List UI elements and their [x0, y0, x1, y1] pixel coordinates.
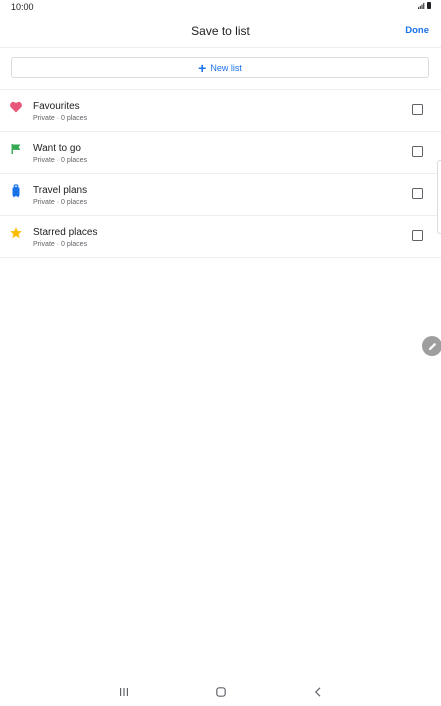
list-item-favourites[interactable]: Favourites Private · 0 places: [0, 90, 441, 132]
header: Save to list Done: [0, 14, 441, 48]
starred-places-checkbox[interactable]: [412, 230, 423, 241]
list-item-want-to-go[interactable]: Want to go Private · 0 places: [0, 132, 441, 174]
status-icons: [418, 2, 431, 9]
heart-icon: [10, 101, 22, 113]
list-item-name: Favourites: [33, 101, 80, 112]
plus-icon: +: [198, 59, 207, 76]
travel-plans-checkbox[interactable]: [412, 188, 423, 199]
list-item-subtitle: Private · 0 places: [33, 241, 88, 248]
edge-panel-handle[interactable]: [437, 160, 441, 234]
signal-icon: [418, 2, 425, 9]
back-icon[interactable]: [312, 686, 324, 698]
list-item-travel-plans[interactable]: Travel plans Private · 0 places: [0, 174, 441, 216]
page-title: Save to list: [191, 24, 250, 38]
pencil-icon: [428, 342, 436, 350]
flag-icon: [11, 144, 21, 154]
navigation-bar: [0, 680, 441, 706]
list-item-name: Travel plans: [33, 185, 88, 196]
status-time: 10:00: [11, 2, 34, 12]
suitcase-icon: [12, 184, 20, 198]
star-icon: [10, 227, 22, 239]
new-list-button[interactable]: + New list: [11, 57, 429, 78]
want-to-go-checkbox[interactable]: [412, 146, 423, 157]
new-list-label: New list: [210, 62, 242, 73]
status-bar: 10:00: [0, 0, 441, 14]
list-item-subtitle: Private · 0 places: [33, 115, 88, 122]
list-item-name: Starred places: [33, 227, 98, 238]
edit-button[interactable]: [422, 336, 441, 356]
recent-apps-icon[interactable]: [118, 686, 130, 698]
list-item-starred-places[interactable]: Starred places Private · 0 places: [0, 216, 441, 258]
list-item-name: Want to go: [33, 143, 81, 154]
favourites-checkbox[interactable]: [412, 104, 423, 115]
battery-icon: [427, 2, 431, 9]
done-button[interactable]: Done: [405, 25, 429, 36]
list-item-subtitle: Private · 0 places: [33, 199, 88, 206]
home-icon[interactable]: [215, 686, 227, 698]
list-item-subtitle: Private · 0 places: [33, 157, 88, 164]
